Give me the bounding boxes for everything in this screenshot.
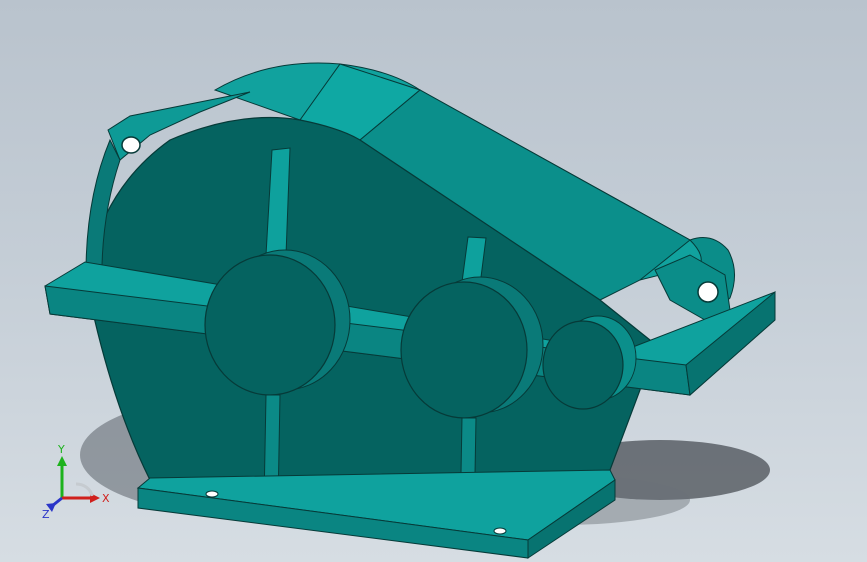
- bearing-boss-2-face: [400, 281, 528, 419]
- lug-hole-right: [697, 281, 719, 303]
- graphics-viewport[interactable]: Y X Z: [0, 0, 867, 562]
- bearing-boss-1-face: [204, 254, 336, 396]
- base-bolt-hole-right: [493, 527, 507, 535]
- z-axis-label: Z: [42, 508, 50, 520]
- lug-hole-left: [121, 136, 141, 154]
- bearing-boss-3-face: [542, 320, 624, 410]
- x-axis-label: X: [102, 492, 110, 505]
- y-axis-arrow: [57, 456, 67, 466]
- base-bolt-hole-left: [205, 490, 219, 498]
- rotation-arc: [75, 482, 94, 497]
- y-axis-label: Y: [57, 443, 65, 456]
- reference-triad: Y X Z: [42, 443, 110, 520]
- gear-reducer-model[interactable]: [0, 0, 867, 562]
